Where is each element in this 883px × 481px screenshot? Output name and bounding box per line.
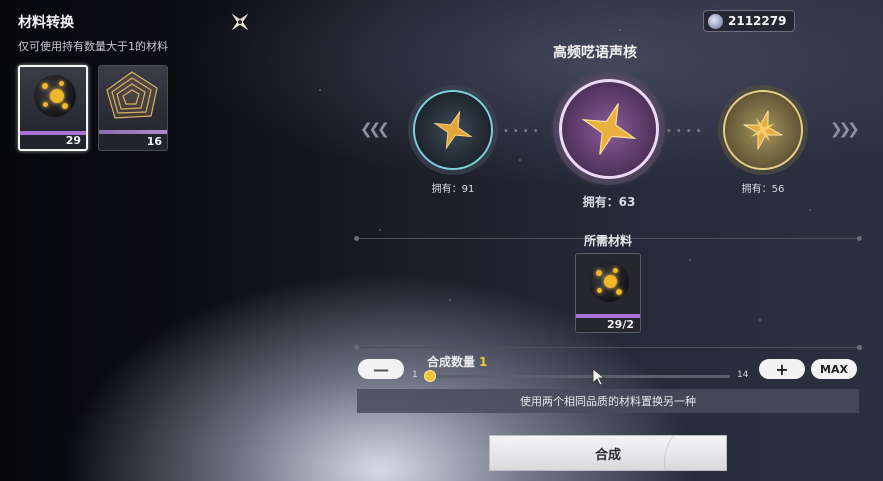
prev-arrow-icon[interactable]: ❮❮❮ — [360, 120, 390, 138]
shuriken-icon — [743, 110, 783, 150]
required-count: 29/2 — [607, 318, 634, 331]
spiral-material-icon — [106, 71, 158, 119]
connector-dots: •••• — [666, 126, 706, 137]
crystal-icon — [708, 13, 723, 29]
shuriken-icon — [581, 103, 637, 155]
description-text: 使用两个相同品质的材料置换另一种 — [520, 395, 696, 408]
owned-count-gold: 拥有：56 — [741, 184, 785, 195]
panel-title: 材料转换 — [18, 15, 74, 31]
slider-min: 1 — [412, 370, 418, 380]
required-title: 所需材料 — [583, 234, 632, 248]
quantity-label-text: 合成数量 — [427, 355, 476, 369]
panel-hint: 仅可使用持有数量大于1的材料 — [18, 40, 168, 53]
sparkle-icon[interactable] — [228, 10, 252, 34]
quantity-value: 1 — [479, 355, 488, 369]
orb-material-icon — [34, 75, 76, 117]
inventory-slot-spiral[interactable]: 16 — [98, 65, 168, 151]
synthesize-label: 合成 — [594, 447, 621, 463]
decrease-button[interactable]: — — [358, 359, 404, 379]
connector-dots: •••• — [503, 126, 543, 137]
rarity-bar — [99, 130, 167, 134]
orb-material-icon — [589, 262, 629, 302]
inventory-slot-orb[interactable]: 29 — [18, 65, 88, 151]
mouse-cursor-icon — [592, 368, 606, 386]
shuriken-icon — [433, 110, 473, 150]
quantity-label: 合成数量 1 — [427, 353, 487, 370]
slot-count: 16 — [146, 135, 162, 148]
next-arrow-icon[interactable]: ❯❯❯ — [830, 120, 860, 138]
max-button[interactable]: MAX — [811, 359, 857, 379]
quantity-slider-knob[interactable] — [424, 370, 436, 382]
quantity-slider-track[interactable] — [430, 375, 730, 378]
currency-display: 2112279 — [703, 10, 795, 32]
owned-count-purple: 拥有：63 — [582, 195, 636, 209]
slider-max: 14 — [737, 370, 749, 380]
synthesize-button[interactable]: 合成 — [489, 435, 727, 471]
slot-count: 29 — [65, 134, 81, 147]
slot-art — [99, 66, 167, 130]
target-option-purple[interactable] — [559, 79, 659, 179]
target-option-teal[interactable] — [413, 90, 493, 170]
section-divider — [354, 345, 862, 350]
owned-count-teal: 拥有：91 — [431, 184, 475, 195]
target-title: 高频呓语声核 — [553, 45, 637, 61]
required-material-slot[interactable]: 29/2 — [575, 253, 641, 333]
target-option-gold[interactable] — [723, 90, 803, 170]
increase-button[interactable]: + — [759, 359, 805, 379]
slot-art — [20, 67, 86, 131]
description-bar: 使用两个相同品质的材料置换另一种 — [357, 389, 859, 413]
currency-value: 2112279 — [728, 14, 787, 28]
